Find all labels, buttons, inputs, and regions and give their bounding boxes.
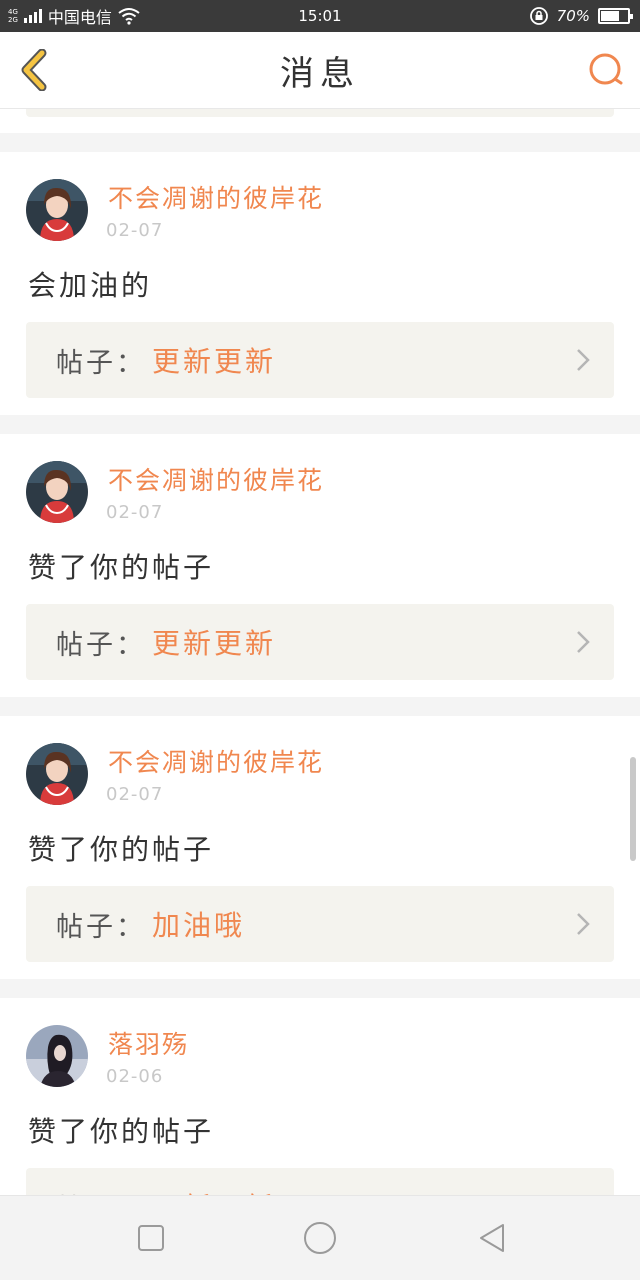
post-title: 加油哦 bbox=[152, 909, 246, 942]
previous-post-link[interactable] bbox=[26, 109, 614, 117]
search-button[interactable] bbox=[586, 50, 626, 90]
square-icon bbox=[138, 1225, 164, 1251]
header: 消息 bbox=[0, 32, 640, 109]
triangle-back-icon bbox=[480, 1224, 504, 1252]
home-button[interactable] bbox=[298, 1216, 342, 1260]
post-label: 帖子： bbox=[56, 629, 146, 661]
avatar[interactable] bbox=[26, 1025, 88, 1087]
scrollbar[interactable] bbox=[630, 757, 636, 861]
message-text: 赞了你的帖子 bbox=[28, 833, 215, 866]
user-name[interactable]: 不会凋谢的彼岸花 bbox=[108, 743, 324, 779]
message-text: 赞了你的帖子 bbox=[28, 551, 215, 584]
user-avatar-image bbox=[26, 1025, 88, 1087]
post-label: 帖子： bbox=[56, 347, 146, 379]
message-card: 落羽殇 02-06 赞了你的帖子 帖子： 更新更新 bbox=[0, 998, 640, 1195]
search-icon bbox=[589, 53, 623, 85]
card-separator bbox=[0, 979, 640, 998]
circle-icon bbox=[304, 1222, 336, 1254]
post-title: 更新更新 bbox=[152, 627, 277, 660]
user-name[interactable]: 不会凋谢的彼岸花 bbox=[108, 461, 324, 497]
card-separator bbox=[0, 133, 640, 152]
user-avatar-image bbox=[26, 461, 88, 523]
user-name[interactable]: 不会凋谢的彼岸花 bbox=[108, 179, 324, 215]
recent-apps-button[interactable] bbox=[129, 1216, 173, 1260]
avatar[interactable] bbox=[26, 179, 88, 241]
post-link[interactable]: 帖子： 更新更新 bbox=[26, 604, 614, 680]
avatar[interactable] bbox=[26, 461, 88, 523]
message-card: 不会凋谢的彼岸花 02-07 赞了你的帖子 帖子： 更新更新 bbox=[0, 434, 640, 697]
user-avatar-image bbox=[26, 743, 88, 805]
message-text: 赞了你的帖子 bbox=[28, 1115, 215, 1148]
system-nav-bar bbox=[0, 1195, 640, 1280]
message-date: 02-06 bbox=[106, 1066, 164, 1087]
battery-icon bbox=[598, 8, 633, 24]
message-card: 不会凋谢的彼岸花 02-07 赞了你的帖子 帖子： 加油哦 bbox=[0, 716, 640, 979]
card-separator bbox=[0, 415, 640, 434]
message-feed[interactable]: 不会凋谢的彼岸花 02-07 会加油的 帖子： 更新更新 不会凋谢的彼岸花 02… bbox=[0, 109, 640, 1195]
status-right: 70% bbox=[529, 0, 633, 32]
message-text: 会加油的 bbox=[28, 269, 153, 302]
post-label: 帖子： bbox=[56, 911, 146, 943]
post-title: 更新更新 bbox=[152, 345, 277, 378]
post-label: 帖子： bbox=[56, 1187, 146, 1196]
chevron-right-icon bbox=[577, 913, 590, 935]
user-avatar-image bbox=[26, 179, 88, 241]
back-nav-button[interactable] bbox=[470, 1216, 514, 1260]
message-card: 不会凋谢的彼岸花 02-07 会加油的 帖子： 更新更新 bbox=[0, 152, 640, 415]
message-date: 02-07 bbox=[106, 784, 164, 805]
post-link[interactable]: 帖子： 加油哦 bbox=[26, 886, 614, 962]
screen: 4G 2G 中国电信 15:01 70% 消息 不会凋谢的彼岸花 02-07 会… bbox=[0, 0, 640, 1280]
rotation-lock-icon bbox=[529, 7, 548, 25]
previous-card-tail bbox=[0, 109, 640, 133]
chevron-right-icon bbox=[577, 631, 590, 653]
avatar[interactable] bbox=[26, 743, 88, 805]
post-link[interactable]: 帖子： 更新更新 bbox=[26, 1168, 614, 1195]
message-date: 02-07 bbox=[106, 502, 164, 523]
page-title: 消息 bbox=[280, 53, 360, 94]
battery-percent: 70% bbox=[556, 7, 590, 25]
status-bar: 4G 2G 中国电信 15:01 70% bbox=[0, 0, 640, 32]
card-separator bbox=[0, 697, 640, 716]
chevron-right-icon bbox=[577, 349, 590, 371]
post-link[interactable]: 帖子： 更新更新 bbox=[26, 322, 614, 398]
user-name[interactable]: 落羽殇 bbox=[108, 1025, 189, 1061]
post-title: 更新更新 bbox=[152, 1186, 276, 1195]
battery-level bbox=[601, 11, 619, 21]
message-date: 02-07 bbox=[106, 220, 164, 241]
